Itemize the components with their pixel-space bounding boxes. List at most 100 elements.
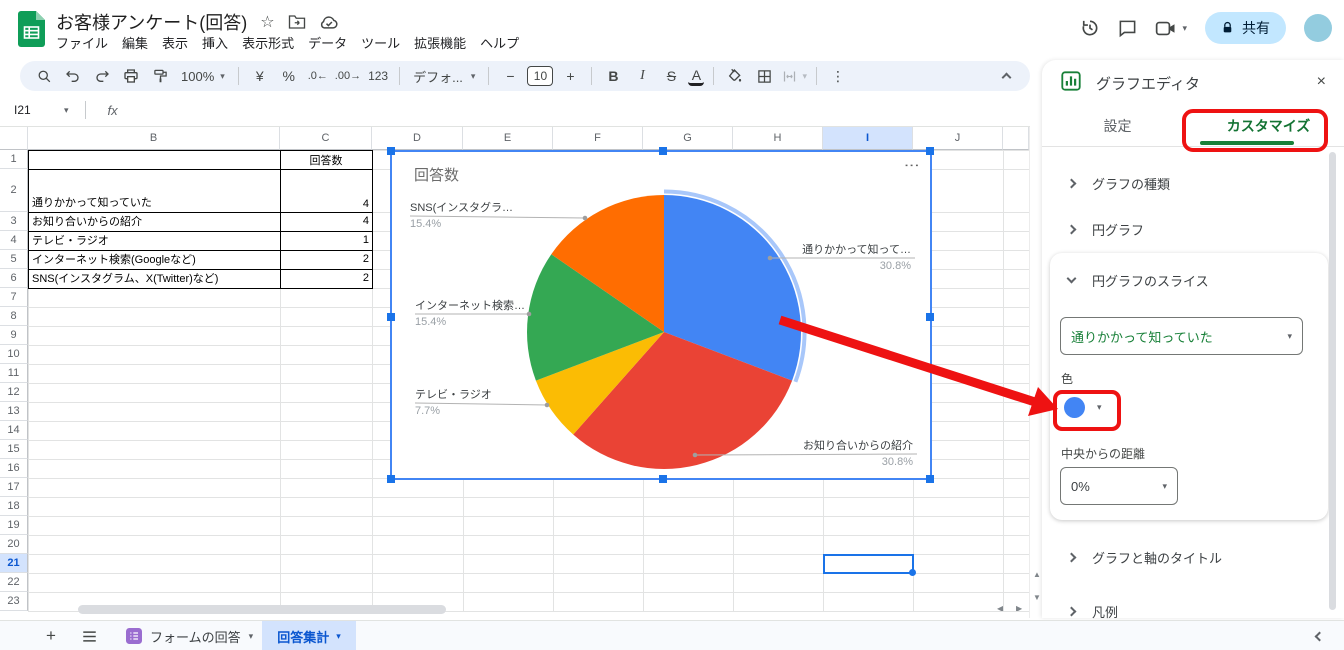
section-titles[interactable]: グラフと軸のタイトル <box>1042 540 1344 574</box>
menu-ツール[interactable]: ツール <box>354 31 407 54</box>
row-header-8[interactable]: 8 <box>0 307 28 326</box>
tab-customize[interactable]: カスタマイズ <box>1193 106 1344 146</box>
scroll-up-icon[interactable]: ▲ <box>1033 570 1041 579</box>
column-header-blank[interactable] <box>1003 127 1029 150</box>
menu-ヘルプ[interactable]: ヘルプ <box>473 31 526 54</box>
zoom-select[interactable]: 100%▾ <box>177 64 229 88</box>
row-header-3[interactable]: 3 <box>0 212 28 231</box>
menu-拡張機能[interactable]: 拡張機能 <box>407 31 473 54</box>
camera-dropdown-caret[interactable]: ▾ <box>1182 24 1187 33</box>
menu-ファイル[interactable]: ファイル <box>49 31 115 54</box>
sheets-logo[interactable] <box>18 11 45 52</box>
more-options-icon[interactable]: ⋮ <box>826 64 850 88</box>
pie-chart-card[interactable]: 回答数 ⋮ SNS(インスタグラ…15.4%通りかかって知って…30.8%インタ… <box>390 150 932 480</box>
star-icon[interactable]: ☆ <box>260 12 274 32</box>
format-currency-button[interactable]: ¥ <box>248 64 272 88</box>
text-color-button[interactable]: A <box>688 66 704 86</box>
column-header-I[interactable]: I <box>823 127 913 150</box>
row-header-1[interactable]: 1 <box>0 150 28 169</box>
cell-C5[interactable]: 2 <box>281 250 369 267</box>
decrease-decimal-button[interactable]: .0← <box>306 64 330 88</box>
section-pie-chart[interactable]: 円グラフ <box>1042 212 1344 246</box>
column-header-C[interactable]: C <box>280 127 372 150</box>
row-header-22[interactable]: 22 <box>0 573 28 592</box>
cell-C1[interactable]: 回答数 <box>281 151 371 169</box>
bold-button[interactable]: B <box>601 64 625 88</box>
row-header-4[interactable]: 4 <box>0 231 28 250</box>
fill-handle[interactable] <box>909 569 916 576</box>
font-select[interactable]: デフォ...▾ <box>409 64 479 88</box>
column-header-F[interactable]: F <box>553 127 643 150</box>
column-header-H[interactable]: H <box>733 127 823 150</box>
share-button[interactable]: 共有 <box>1205 12 1286 44</box>
tab-settings[interactable]: 設定 <box>1042 106 1193 146</box>
format-percent-button[interactable]: % <box>277 64 301 88</box>
row-header-23[interactable]: 23 <box>0 592 28 611</box>
color-dropdown-caret[interactable]: ▾ <box>1097 403 1102 412</box>
increase-font-size-button[interactable]: + <box>558 64 582 88</box>
sheet-tab-summary-active[interactable]: 回答集計 ▾ <box>262 621 356 650</box>
vertical-scrollbar[interactable]: ▲ ▼ <box>1029 127 1042 618</box>
name-box[interactable]: I21 <box>0 103 64 117</box>
number-format-button[interactable]: 123 <box>366 64 390 88</box>
row-header-18[interactable]: 18 <box>0 497 28 516</box>
column-header-E[interactable]: E <box>463 127 553 150</box>
panel-scrollbar[interactable] <box>1329 152 1336 610</box>
slice-color-picker[interactable]: ▾ <box>1064 397 1102 418</box>
cell-C2[interactable]: 4 <box>281 169 369 210</box>
row-header-19[interactable]: 19 <box>0 516 28 535</box>
chart-resize-handle[interactable] <box>387 147 395 155</box>
decrease-font-size-button[interactable]: − <box>498 64 522 88</box>
cell-B2[interactable]: 通りかかって知っていた <box>32 169 276 210</box>
row-header-16[interactable]: 16 <box>0 459 28 478</box>
horizontal-scrollbar[interactable] <box>78 605 446 614</box>
distance-dropdown[interactable]: 0% ▾ <box>1060 467 1178 505</box>
spreadsheet-grid[interactable]: BCDEFGHIJ 123456789101112131415161718192… <box>0 127 1030 618</box>
print-icon[interactable] <box>119 64 143 88</box>
all-sheets-icon[interactable] <box>82 621 97 650</box>
chart-resize-handle[interactable] <box>926 475 934 483</box>
fill-color-icon[interactable] <box>723 64 747 88</box>
menu-表示形式[interactable]: 表示形式 <box>235 31 301 54</box>
cell-B4[interactable]: テレビ・ラジオ <box>32 231 276 248</box>
row-header-14[interactable]: 14 <box>0 421 28 440</box>
menu-挿入[interactable]: 挿入 <box>195 31 235 54</box>
undo-icon[interactable] <box>61 64 85 88</box>
borders-icon[interactable] <box>752 64 776 88</box>
close-icon[interactable]: × <box>1317 73 1326 91</box>
cell-C4[interactable]: 1 <box>281 231 369 248</box>
color-swatch-blue[interactable] <box>1064 397 1085 418</box>
increase-decimal-button[interactable]: .00→ <box>335 64 361 88</box>
font-size-input[interactable]: 10 <box>527 66 553 86</box>
collapse-panel-icon[interactable] <box>1316 621 1323 650</box>
row-header-2[interactable]: 2 <box>0 169 28 212</box>
menu-表示[interactable]: 表示 <box>155 31 195 54</box>
avatar[interactable] <box>1304 14 1332 42</box>
row-header-10[interactable]: 10 <box>0 345 28 364</box>
row-header-6[interactable]: 6 <box>0 269 28 288</box>
version-history-icon[interactable] <box>1080 18 1100 38</box>
sheet-tab-form-responses[interactable]: フォームの回答 ▾ <box>118 621 261 650</box>
chart-resize-handle[interactable] <box>659 475 667 483</box>
cell-B3[interactable]: お知り合いからの紹介 <box>32 212 276 229</box>
row-header-12[interactable]: 12 <box>0 383 28 402</box>
cloud-saved-icon[interactable] <box>319 14 339 30</box>
row-header-15[interactable]: 15 <box>0 440 28 459</box>
row-header-21[interactable]: 21 <box>0 554 28 573</box>
column-header-D[interactable]: D <box>372 127 463 150</box>
section-pie-slice[interactable]: 円グラフのスライス <box>1050 263 1328 297</box>
slice-select-dropdown[interactable]: 通りかかって知っていた ▾ <box>1060 317 1303 355</box>
meet-camera-icon[interactable]: ▾ <box>1155 20 1187 37</box>
strikethrough-button[interactable]: S <box>659 64 683 88</box>
cell-C6[interactable]: 2 <box>281 269 369 286</box>
row-header-7[interactable]: 7 <box>0 288 28 307</box>
select-all-corner[interactable] <box>0 127 28 150</box>
column-header-B[interactable]: B <box>28 127 280 150</box>
row-header-11[interactable]: 11 <box>0 364 28 383</box>
sheet-tab-menu-caret[interactable]: ▾ <box>249 632 254 641</box>
redo-icon[interactable] <box>90 64 114 88</box>
cell-B5[interactable]: インターネット検索(Googleなど) <box>32 250 276 267</box>
chart-resize-handle[interactable] <box>387 313 395 321</box>
comments-icon[interactable] <box>1118 19 1137 38</box>
chart-resize-handle[interactable] <box>387 475 395 483</box>
